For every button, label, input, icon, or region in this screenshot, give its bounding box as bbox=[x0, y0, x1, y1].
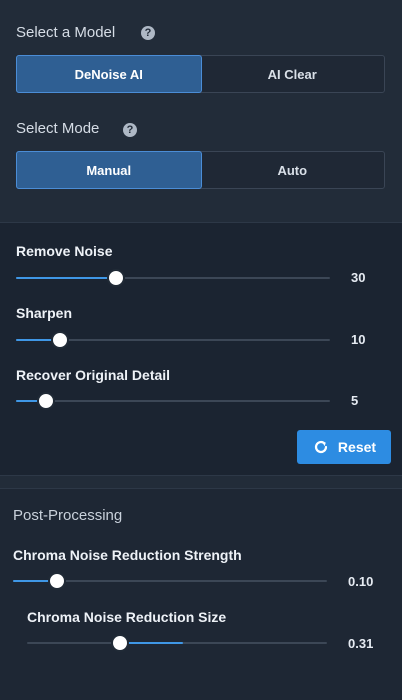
sharpen-handle[interactable] bbox=[50, 331, 69, 349]
chroma-strength-value: 0.10 bbox=[348, 574, 374, 589]
chroma-strength-label: Chroma Noise Reduction Strength bbox=[13, 547, 242, 563]
remove-noise-slider[interactable] bbox=[16, 269, 330, 287]
mode-option-auto[interactable]: Auto bbox=[201, 152, 385, 188]
recover-detail-label: Recover Original Detail bbox=[16, 367, 171, 383]
sharpen-label: Sharpen bbox=[16, 305, 73, 321]
mode-option-manual[interactable]: Manual bbox=[16, 151, 202, 189]
post-processing-title: Post-Processing bbox=[13, 507, 123, 524]
reset-button[interactable]: Reset bbox=[297, 430, 391, 464]
remove-noise-fill bbox=[16, 277, 117, 279]
chroma-size-fill bbox=[120, 642, 183, 644]
chroma-size-slider[interactable] bbox=[27, 634, 327, 652]
model-option-denoise[interactable]: DeNoise AI bbox=[16, 55, 202, 93]
reset-label: Reset bbox=[337, 439, 377, 455]
chroma-strength-slider[interactable] bbox=[13, 572, 327, 590]
reset-icon bbox=[314, 440, 328, 454]
remove-noise-value: 30 bbox=[351, 270, 366, 285]
mode-help-icon[interactable]: ? bbox=[123, 123, 137, 137]
chroma-size-handle[interactable] bbox=[111, 634, 129, 652]
select-mode-label: Select Mode bbox=[16, 120, 100, 137]
recover-detail-handle[interactable] bbox=[36, 392, 55, 410]
recover-detail-slider[interactable] bbox=[16, 392, 330, 410]
sharpen-value: 10 bbox=[351, 332, 366, 347]
sharpen-slider[interactable] bbox=[16, 331, 330, 349]
recover-detail-value: 5 bbox=[351, 393, 359, 408]
panel-separator bbox=[0, 475, 402, 489]
model-option-ai-clear[interactable]: AI Clear bbox=[201, 56, 385, 92]
remove-noise-label: Remove Noise bbox=[16, 243, 113, 259]
chroma-size-label: Chroma Noise Reduction Size bbox=[27, 609, 227, 625]
chroma-size-value: 0.31 bbox=[348, 636, 374, 651]
mode-selector: Manual Auto bbox=[16, 151, 385, 189]
model-help-icon[interactable]: ? bbox=[141, 26, 155, 40]
chroma-strength-handle[interactable] bbox=[47, 572, 66, 590]
model-selector: DeNoise AI AI Clear bbox=[16, 55, 385, 93]
select-model-label: Select a Model bbox=[16, 24, 116, 41]
